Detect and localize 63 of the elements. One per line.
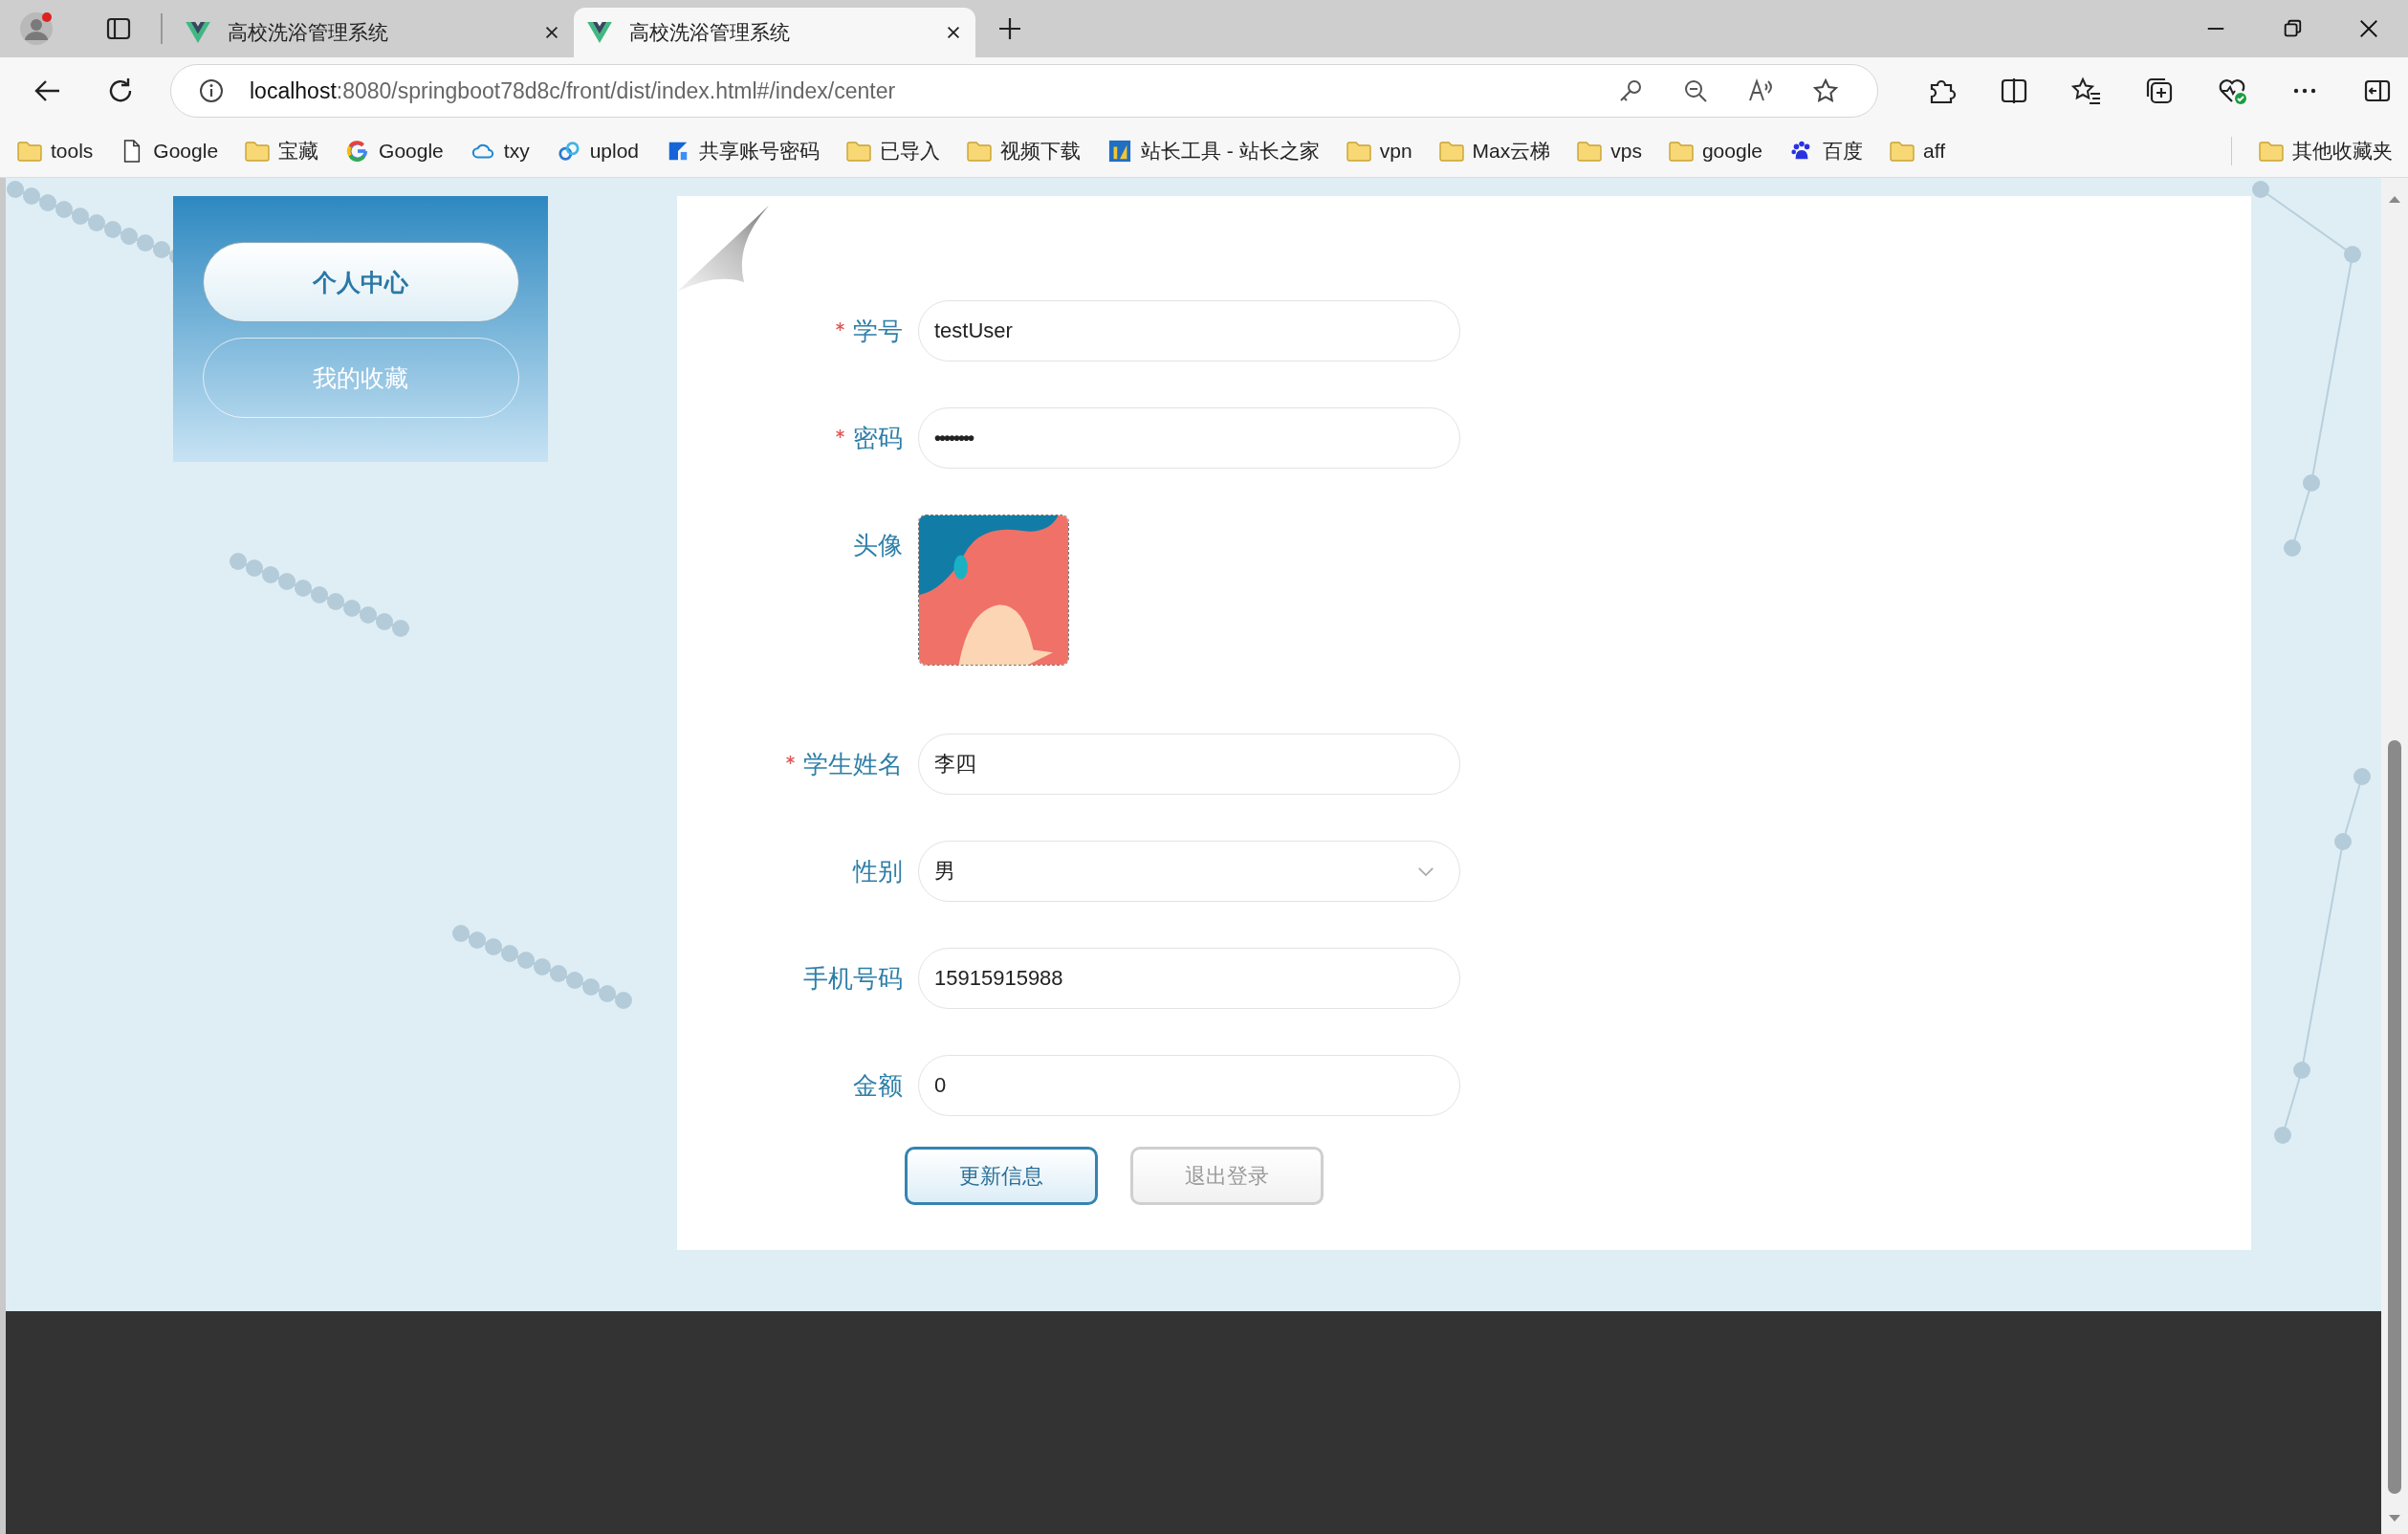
bookmark[interactable]: vps (1577, 139, 1642, 163)
bookmark[interactable]: Google (120, 139, 219, 163)
field-label: 密码 (853, 422, 903, 454)
tab-title: 高校洗浴管理系统 (629, 20, 791, 45)
bookmark[interactable]: Max云梯 (1438, 137, 1551, 164)
folder-icon (17, 139, 42, 163)
bookmark[interactable]: 已导入 (846, 137, 941, 164)
field-label: 手机号码 (803, 962, 903, 995)
sidebar-item[interactable]: 个人中心 (202, 242, 519, 322)
field-label: 性别 (853, 855, 903, 888)
url-text: localhost:8080/springboot78d8c/front/dist/index.html#/index/center (250, 77, 896, 104)
bookmark[interactable]: 站长工具 - 站长之家 (1107, 137, 1320, 164)
folder-icon (846, 139, 872, 163)
tab-actions-icon[interactable] (105, 15, 132, 42)
folder-icon (2259, 139, 2284, 163)
folder-icon (245, 139, 271, 163)
favorites-icon[interactable] (2071, 76, 2102, 106)
bookmark[interactable]: google (1668, 139, 1762, 163)
new-tab-icon[interactable] (996, 15, 1023, 42)
bookmark[interactable]: 共享账号密码 (666, 137, 821, 164)
bookmark[interactable]: 宝藏 (245, 137, 319, 164)
folder-icon (1438, 139, 1464, 163)
star-icon[interactable] (1812, 77, 1839, 104)
field-label: 学生姓名 (803, 748, 903, 780)
field-label: 金额 (853, 1069, 903, 1102)
browser-tab[interactable]: 高校洗浴管理系统 (172, 8, 574, 57)
page-curl-icon (677, 206, 769, 292)
bookmark[interactable]: vpn (1346, 139, 1412, 163)
chevron-down-icon (1417, 866, 1434, 877)
browser-tab[interactable]: 高校洗浴管理系统 (574, 8, 975, 57)
field-label: 学号 (853, 315, 903, 347)
close-icon[interactable] (2358, 18, 2379, 39)
bookmark[interactable]: aff (1890, 139, 1945, 163)
tile-icon (1107, 139, 1133, 163)
bookmark[interactable]: 百度 (1789, 137, 1863, 164)
update-button[interactable]: 更新信息 (905, 1147, 1098, 1205)
bookmark[interactable]: txy (470, 139, 530, 163)
close-icon[interactable] (543, 24, 560, 41)
folder-icon (1577, 139, 1603, 163)
split-screen-icon[interactable] (1999, 76, 2029, 106)
folder-icon (1890, 139, 1915, 163)
zoom-out-icon[interactable] (1682, 77, 1709, 104)
bookmark[interactable]: 其他收藏夹 (2259, 137, 2393, 164)
swirl-icon (556, 139, 581, 163)
restore-icon[interactable] (2282, 18, 2303, 39)
v-logo-icon (186, 22, 210, 43)
v-logo-icon (587, 22, 612, 43)
folder-icon (1346, 139, 1371, 163)
tab-title: 高校洗浴管理系统 (228, 20, 389, 45)
folder-icon (1668, 139, 1694, 163)
profile-icon[interactable] (19, 11, 54, 46)
scrollbar[interactable] (2381, 178, 2408, 1534)
collections-icon[interactable] (2144, 76, 2175, 106)
bookmark[interactable]: 视频下载 (967, 137, 1082, 164)
close-icon[interactable] (945, 24, 962, 41)
bookmark[interactable]: Google (345, 139, 444, 163)
scroll-thumb[interactable] (2388, 740, 2401, 1494)
bookmark[interactable]: tools (17, 139, 94, 163)
info-icon[interactable] (198, 77, 225, 104)
address-bar[interactable]: localhost:8080/springboot78d8c/front/dist/index.html#/index/center (170, 64, 1878, 118)
field-label: 头像 (853, 529, 903, 561)
folder-icon (967, 139, 993, 163)
bookmark[interactable]: uplod (556, 139, 640, 163)
